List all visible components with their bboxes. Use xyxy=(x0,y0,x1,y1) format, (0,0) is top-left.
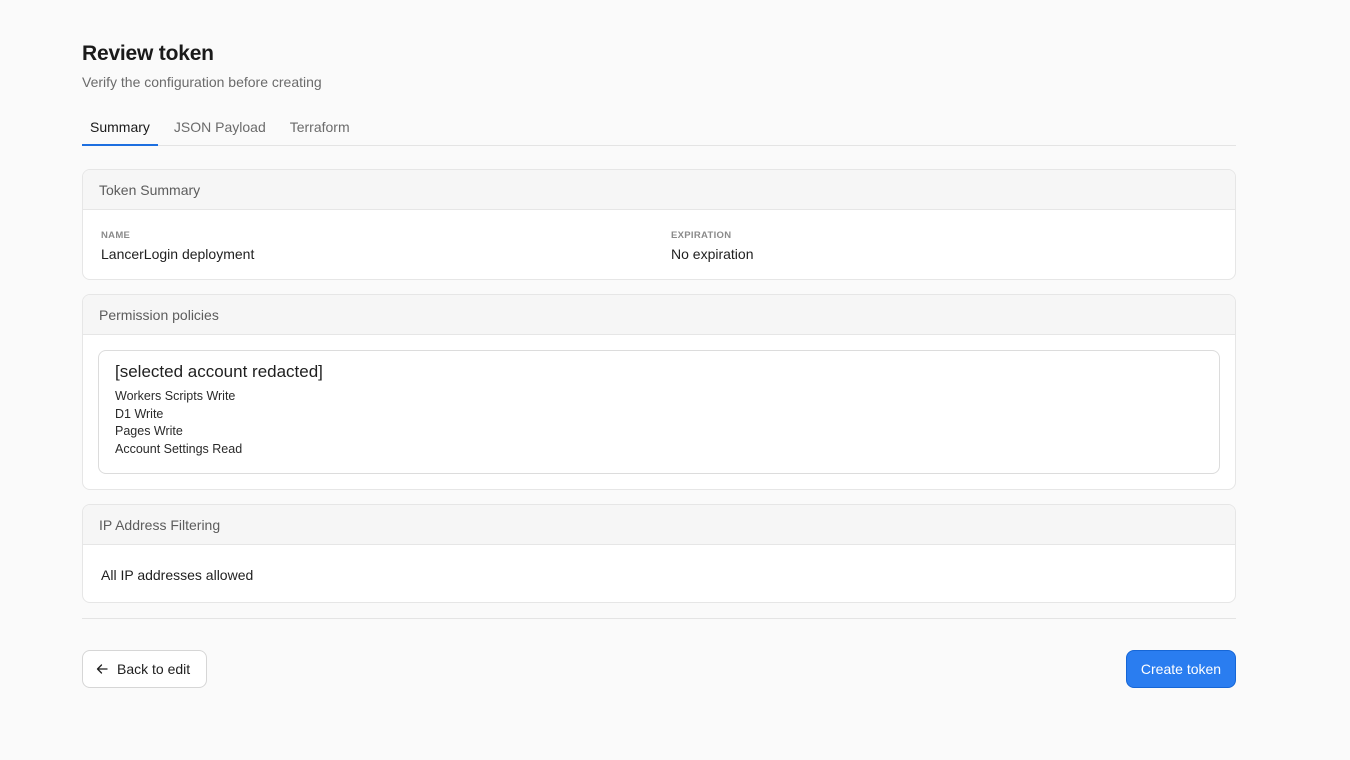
create-token-label: Create token xyxy=(1140,661,1222,677)
tab-terraform[interactable]: Terraform xyxy=(282,110,358,146)
tab-json-payload[interactable]: JSON Payload xyxy=(166,110,274,146)
token-summary-heading: Token Summary xyxy=(83,170,1235,210)
page-subtitle: Verify the configuration before creating xyxy=(82,74,322,90)
tab-bar: Summary JSON Payload Terraform xyxy=(82,110,1236,146)
permission-item: Pages Write xyxy=(115,424,183,438)
policy-account: [selected account redacted] xyxy=(115,362,323,381)
permission-item: Workers Scripts Write xyxy=(115,389,236,403)
permission-policies-heading: Permission policies xyxy=(83,295,1235,335)
token-summary-card: Token Summary NAME LancerLogin deploymen… xyxy=(82,169,1236,280)
permission-item: Account Settings Read xyxy=(115,441,243,456)
expiration-label: EXPIRATION xyxy=(671,230,732,241)
arrow-left-icon xyxy=(96,664,108,674)
ip-filtering-card: IP Address Filtering All IP addresses al… xyxy=(82,504,1236,603)
back-to-edit-label: Back to edit xyxy=(117,661,191,677)
ip-filtering-heading: IP Address Filtering xyxy=(83,505,1235,545)
create-token-button[interactable]: Create token xyxy=(1126,650,1236,688)
back-to-edit-button[interactable]: Back to edit xyxy=(82,650,207,688)
ip-filtering-value: All IP addresses allowed xyxy=(101,567,254,583)
name-field: NAME LancerLogin deployment xyxy=(101,230,254,262)
expiration-value: No expiration xyxy=(671,246,754,262)
name-label: NAME xyxy=(101,230,131,241)
page-title: Review token xyxy=(82,42,214,65)
permission-item: D1 Write xyxy=(115,406,164,421)
expiration-field: EXPIRATION No expiration xyxy=(671,230,754,262)
name-value: LancerLogin deployment xyxy=(101,246,255,262)
footer-divider xyxy=(82,618,1236,619)
tab-summary[interactable]: Summary xyxy=(82,110,158,146)
policy-box: [selected account redacted] Workers Scri… xyxy=(98,350,1220,474)
permission-policies-card: Permission policies [selected account re… xyxy=(82,294,1236,490)
